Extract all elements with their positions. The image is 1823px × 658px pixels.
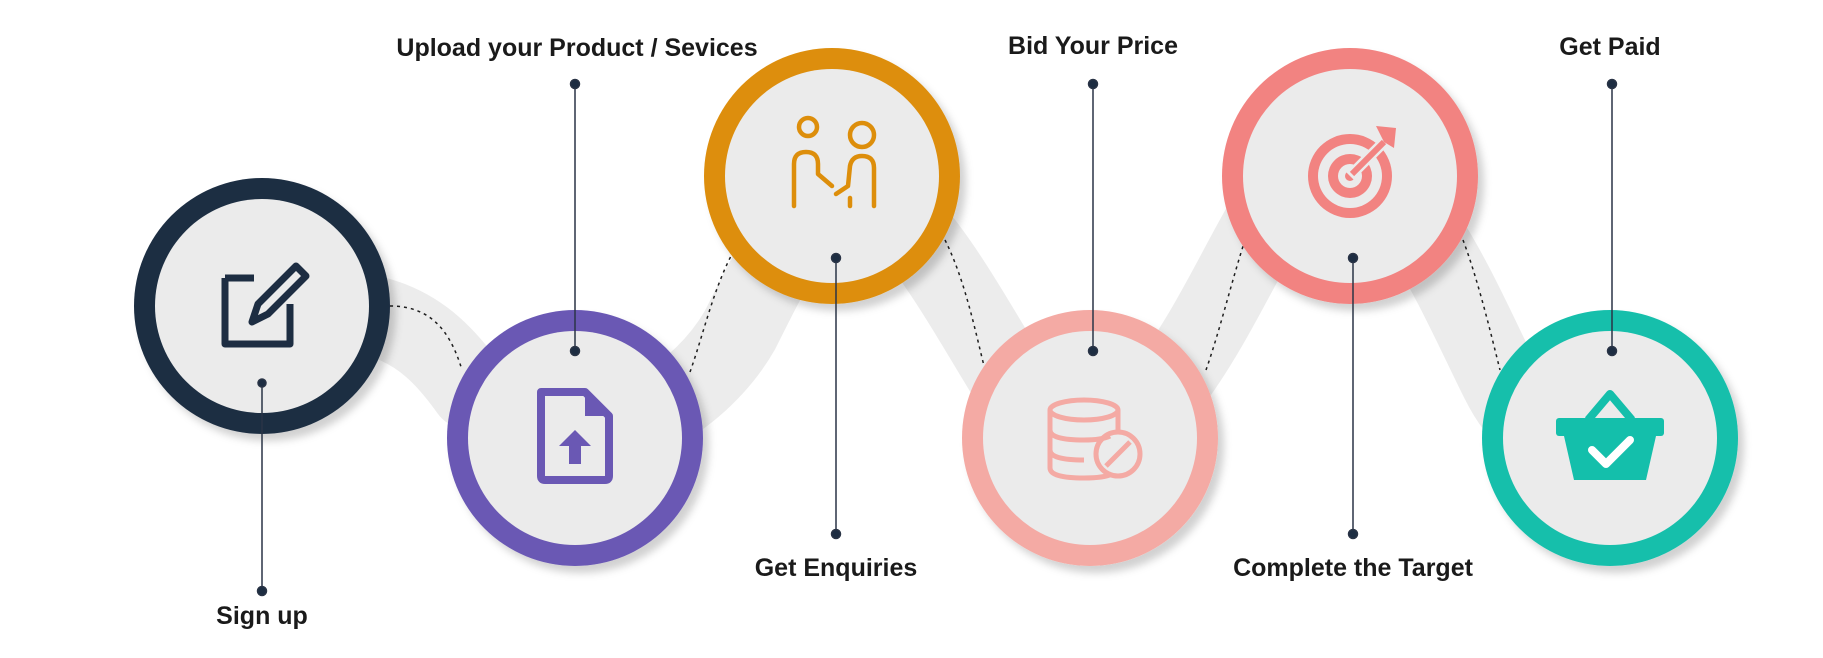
connector-dot	[1347, 252, 1359, 264]
step-label-complete-target: Complete the Target	[1233, 554, 1473, 582]
connector-dot	[830, 252, 842, 264]
connector-dot	[569, 345, 581, 357]
step-face	[725, 69, 939, 283]
connector-dot	[1347, 528, 1359, 540]
connector-dot	[1606, 78, 1618, 90]
step-label-upload: Upload your Product / Sevices	[396, 34, 758, 62]
step-label-get-enquiries: Get Enquiries	[754, 554, 918, 582]
step-label-sign-up: Sign up	[216, 602, 308, 630]
step-circle-3	[704, 48, 960, 304]
connector-dot	[1606, 345, 1618, 357]
step-circle-5	[1222, 48, 1478, 304]
connector-dot	[256, 585, 268, 597]
step-label-get-paid: Get Paid	[1559, 33, 1661, 61]
connector-dot	[257, 378, 267, 388]
connector-dot	[1087, 78, 1099, 90]
connector-dot	[1087, 345, 1099, 357]
connector-dot	[830, 528, 842, 540]
step-label-bid-price: Bid Your Price	[1008, 32, 1178, 60]
connector-dot	[569, 78, 581, 90]
